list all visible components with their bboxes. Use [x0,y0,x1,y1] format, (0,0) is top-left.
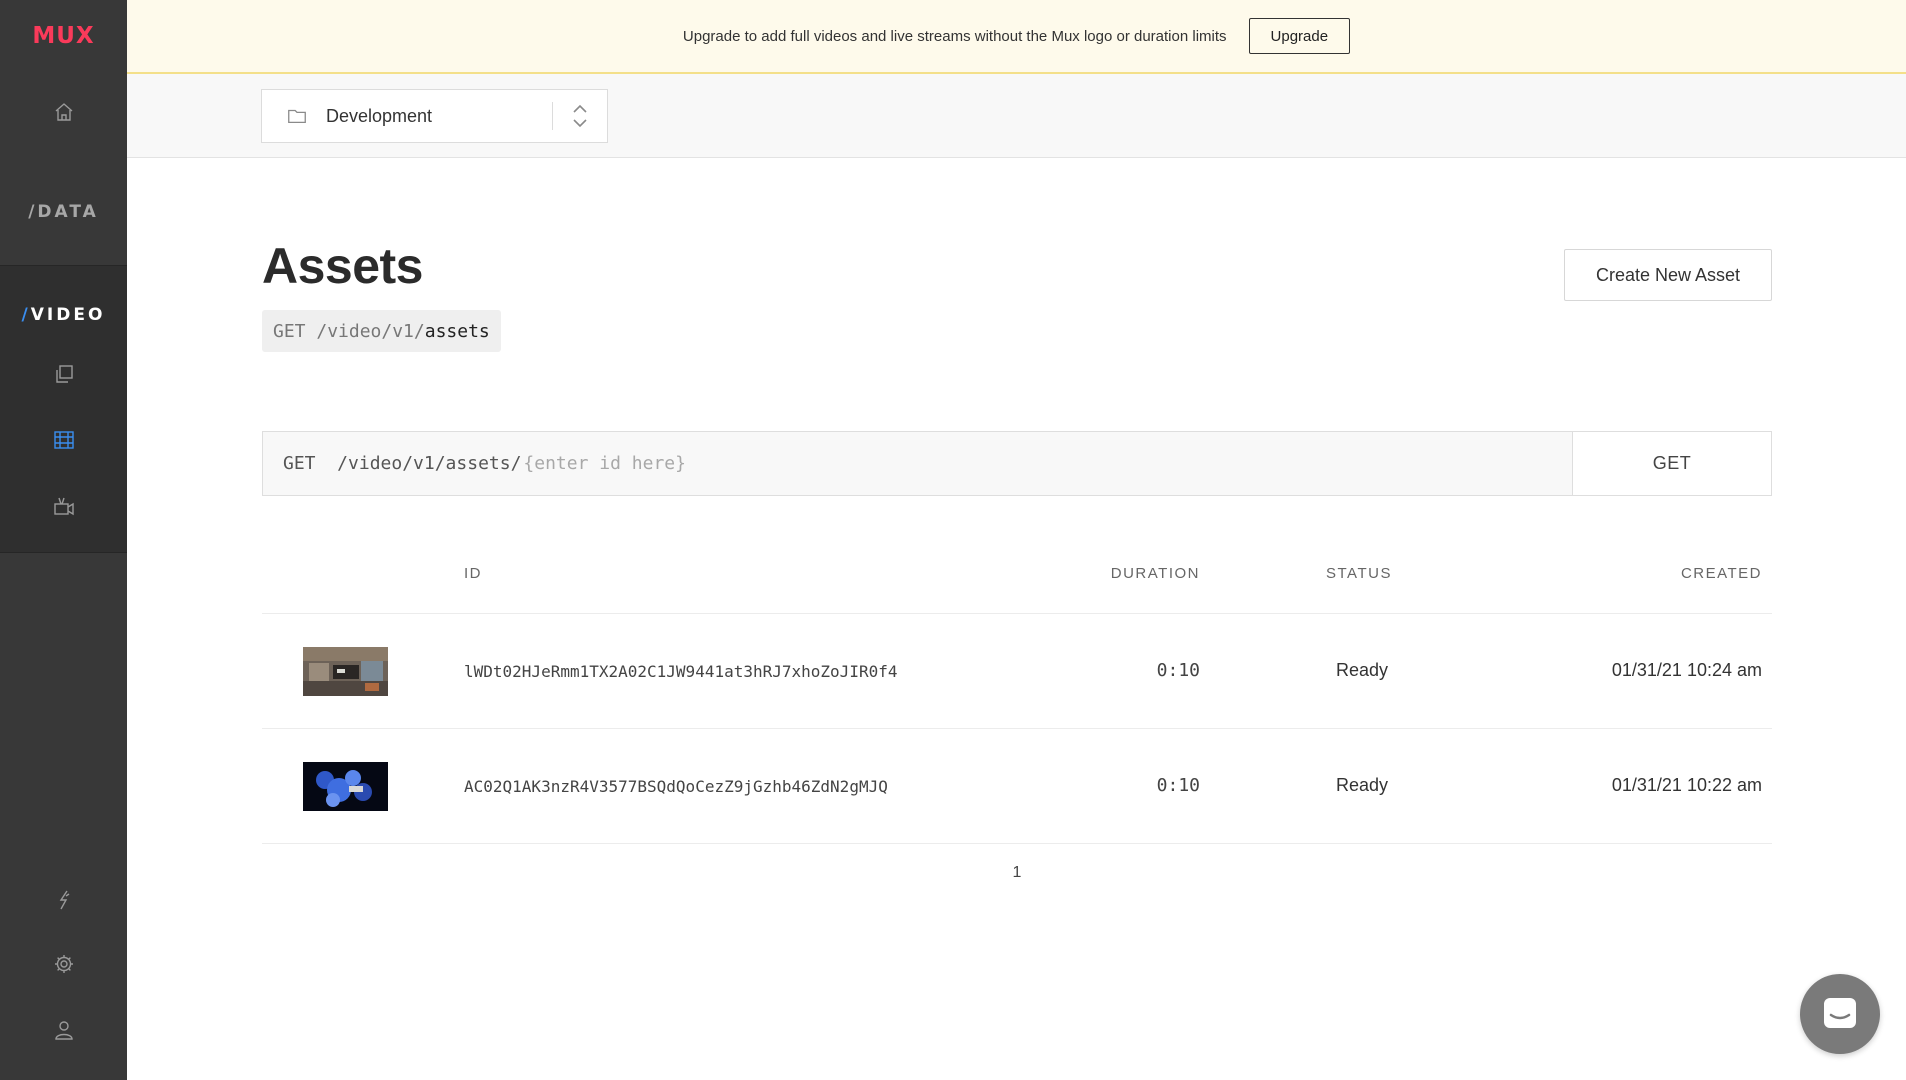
asset-status: Ready [1336,775,1389,795]
environment-selector[interactable]: Development [261,89,608,143]
sidebar-section-video[interactable]: / VIDEO [0,295,127,335]
film-strip-icon[interactable] [0,420,127,460]
asset-duration: 0:10 [1156,660,1200,681]
lightning-icon[interactable] [0,880,127,920]
sidebar-section-data[interactable]: /DATA [0,192,127,232]
folder-icon [286,105,308,127]
create-new-asset-button[interactable]: Create New Asset [1564,249,1772,301]
environment-bar: Development [127,74,1906,158]
home-icon[interactable] [0,92,127,132]
column-header-status[interactable]: STATUS [1326,565,1392,582]
upgrade-banner-text: Upgrade to add full videos and live stre… [682,27,1227,45]
asset-duration: 0:10 [1156,775,1200,796]
asset-created: 01/31/21 10:22 am [1611,775,1762,795]
chat-support-button[interactable] [1800,974,1880,1054]
asset-created: 01/31/21 10:24 am [1611,660,1762,680]
sidebar: MUX /DATA / VIDEO [0,0,127,1080]
asset-id[interactable]: lWDt02HJeRmm1TX2A02C1JW9441at3hRJ7xhoZoJ… [464,662,897,681]
asset-id-input[interactable] [521,432,1572,495]
asset-status: Ready [1336,660,1389,680]
get-asset-button[interactable]: GET [1572,432,1771,495]
table-header: ID DURATION STATUS CREATED [262,540,1772,614]
asset-lookup-bar: GET /video/v1/assets/ GET [262,431,1772,496]
chevron-up-down-icon[interactable] [553,89,607,143]
user-account-icon[interactable] [0,1010,127,1050]
copy-icon[interactable] [0,354,127,394]
assets-table: ID DURATION STATUS CREATED lWDt02HJeRmm1… [262,540,1772,881]
table-row[interactable]: AC02Q1AK3nzR4V3577BSQdQoCezZ9jGzhb46ZdN2… [262,729,1772,844]
lookup-endpoint-prefix: GET /video/v1/assets/ [283,453,522,474]
pagination-page-1[interactable]: 1 [262,864,1772,882]
mux-logo[interactable]: MUX [0,0,127,72]
column-header-created[interactable]: CREATED [1681,565,1762,582]
upgrade-button[interactable]: Upgrade [1248,18,1351,54]
asset-id[interactable]: AC02Q1AK3nzR4V3577BSQdQoCezZ9jGzhb46ZdN2… [464,777,888,796]
chat-icon [1824,998,1856,1028]
upgrade-banner: Upgrade to add full videos and live stre… [127,0,1906,74]
column-header-id[interactable]: ID [464,565,482,582]
column-header-duration[interactable]: DURATION [1111,565,1200,582]
asset-thumbnail [303,647,388,696]
page-title: Assets [262,238,424,294]
endpoint-badge: GET /video/v1/assets [262,310,501,352]
live-stream-icon[interactable] [0,486,127,526]
environment-name: Development [326,105,433,126]
asset-thumbnail [303,762,388,811]
table-row[interactable]: lWDt02HJeRmm1TX2A02C1JW9441at3hRJ7xhoZoJ… [262,614,1772,729]
settings-gear-icon[interactable] [0,944,127,984]
